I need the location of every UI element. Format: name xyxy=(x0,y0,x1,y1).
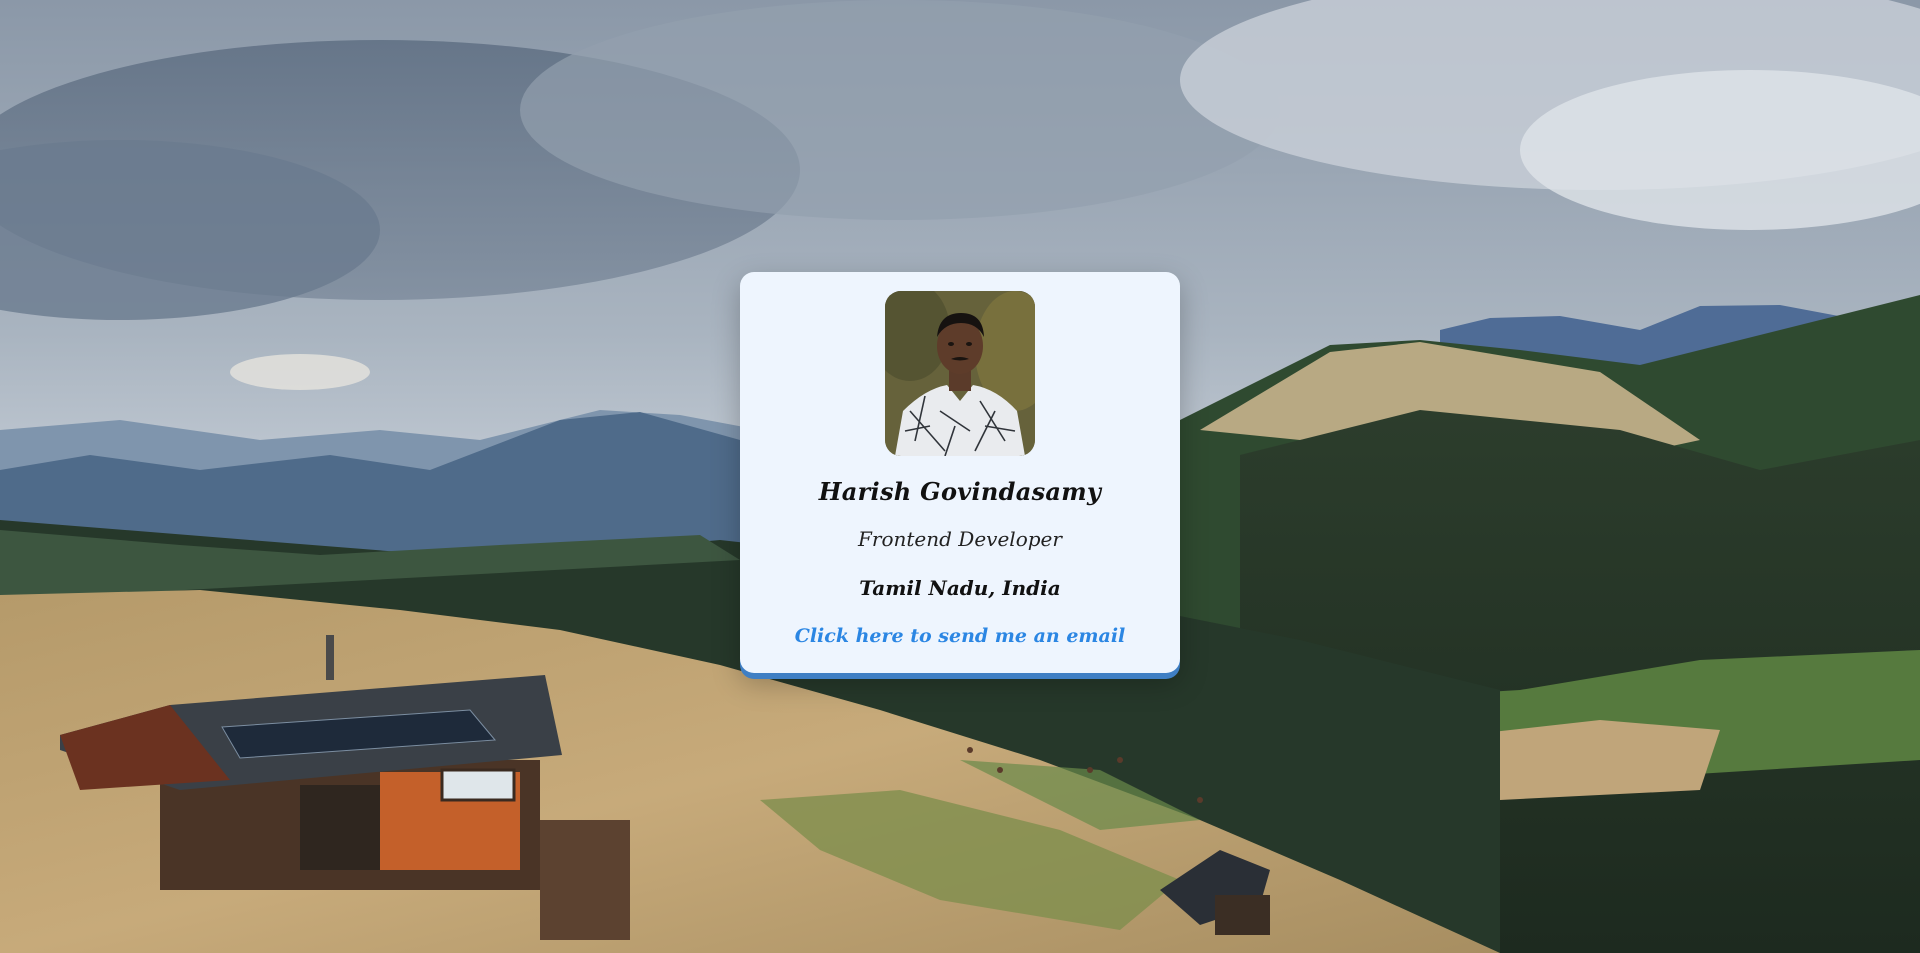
profile-avatar xyxy=(885,291,1035,456)
profile-role: Frontend Developer xyxy=(858,527,1062,551)
send-email-link[interactable]: Click here to send me an email xyxy=(740,625,1180,647)
profile-location: Tamil Nadu, India xyxy=(859,576,1061,600)
profile-card: Harish Govindasamy Frontend Developer Ta… xyxy=(740,272,1180,673)
profile-name: Harish Govindasamy xyxy=(818,477,1102,506)
